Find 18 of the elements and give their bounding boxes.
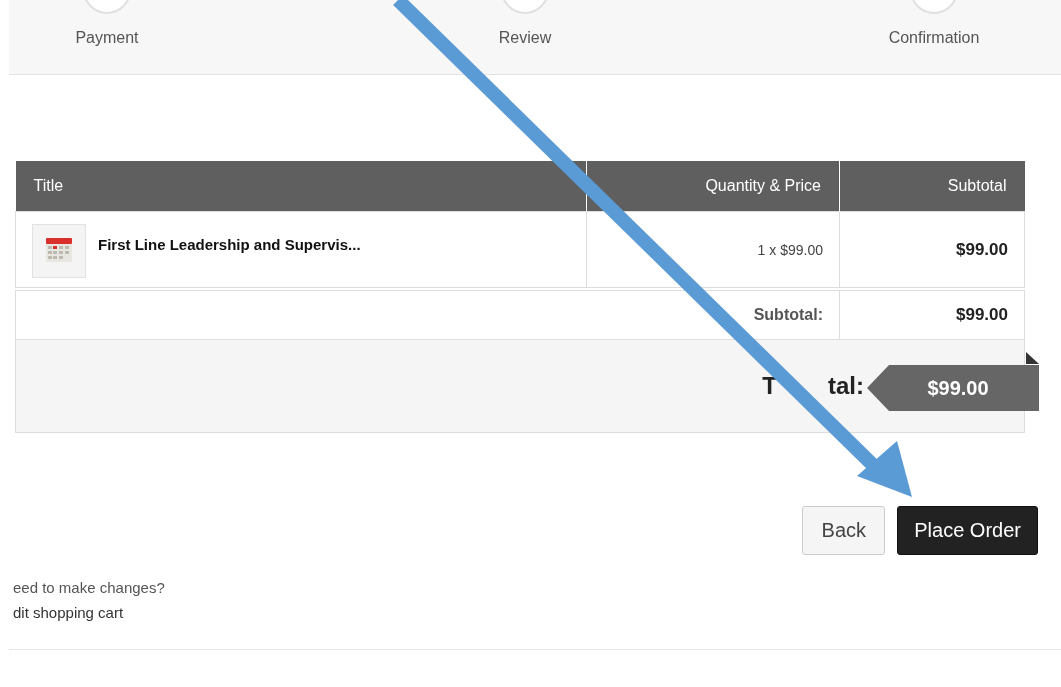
step-label: Review — [498, 29, 552, 47]
step-label: Payment — [75, 29, 139, 47]
item-subtotal: $99.00 — [839, 211, 1025, 288]
quantity-price: 1 x $99.00 — [586, 211, 840, 288]
edit-cart-link[interactable]: dit shopping cart — [13, 600, 124, 625]
place-order-button[interactable]: Place Order — [897, 506, 1038, 555]
total-label: tal: — [828, 372, 864, 400]
subtotal-value: $99.00 — [839, 290, 1025, 340]
column-header: Quantity & Price — [586, 161, 840, 212]
total-price-tag: $99.00 — [867, 365, 1039, 411]
calendar-icon — [32, 223, 86, 278]
column-header: Title — [15, 161, 587, 212]
changes-prompt: eed to make changes? — [13, 578, 165, 598]
product-title: First Line Leadership and Supervis... — [98, 235, 361, 253]
step-label: Confirmation — [888, 29, 980, 47]
subtotal-label: Subtotal: — [15, 290, 840, 340]
column-header: Subtotal — [839, 161, 1025, 212]
back-button[interactable]: Back — [802, 506, 886, 555]
